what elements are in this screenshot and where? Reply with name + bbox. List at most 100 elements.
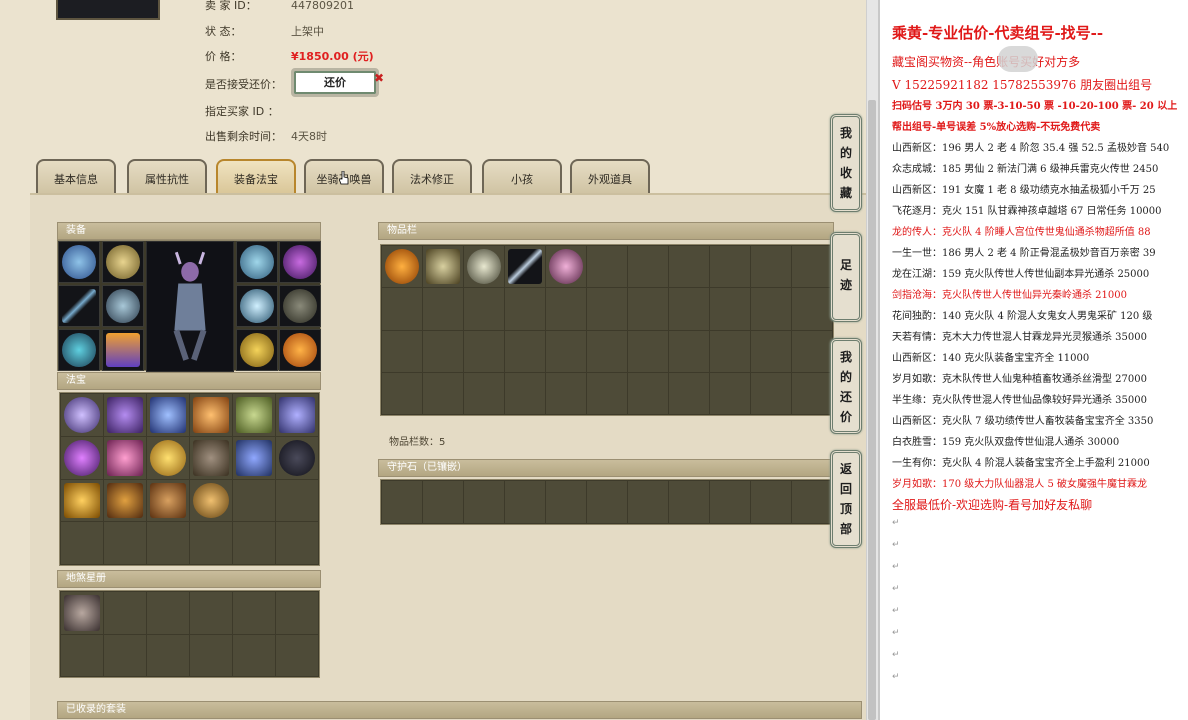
empty-slot[interactable] xyxy=(276,592,318,634)
treasure-slot[interactable] xyxy=(147,436,189,479)
empty-slot[interactable] xyxy=(751,288,791,330)
empty-slot[interactable] xyxy=(276,634,318,676)
empty-slot[interactable] xyxy=(587,481,627,523)
empty-slot[interactable] xyxy=(382,288,422,330)
armor-slot[interactable] xyxy=(102,285,144,327)
empty-slot[interactable] xyxy=(546,330,586,372)
inventory-slot[interactable] xyxy=(546,246,586,288)
tab-equipment[interactable]: 装备法宝 xyxy=(216,159,296,194)
ring-slot[interactable] xyxy=(236,285,278,327)
empty-slot[interactable] xyxy=(147,592,189,634)
my-favorites-button[interactable]: 我的收藏 xyxy=(830,114,862,212)
back-to-top-button[interactable]: 返回顶部 xyxy=(830,450,862,548)
empty-slot[interactable] xyxy=(423,288,463,330)
empty-slot[interactable] xyxy=(546,288,586,330)
empty-slot[interactable] xyxy=(751,330,791,372)
empty-slot[interactable] xyxy=(423,481,463,523)
tab-appearance[interactable]: 外观道具 xyxy=(570,159,650,194)
empty-slot[interactable] xyxy=(792,246,832,288)
treasure-slot[interactable] xyxy=(61,479,103,522)
empty-slot[interactable] xyxy=(546,372,586,414)
empty-slot[interactable] xyxy=(669,246,709,288)
empty-slot[interactable] xyxy=(505,372,545,414)
footprint-button[interactable]: 足迹 xyxy=(830,232,862,322)
treasure-slot[interactable] xyxy=(147,394,189,436)
treasure-slot[interactable] xyxy=(190,394,232,436)
empty-slot[interactable] xyxy=(382,372,422,414)
empty-slot[interactable] xyxy=(669,330,709,372)
tab-attributes[interactable]: 属性抗性 xyxy=(127,159,207,194)
empty-slot[interactable] xyxy=(61,634,103,676)
belt-slot[interactable] xyxy=(236,241,278,283)
inventory-slot[interactable] xyxy=(505,246,545,288)
treasure-slot[interactable] xyxy=(276,394,318,436)
empty-slot[interactable] xyxy=(710,246,750,288)
empty-slot[interactable] xyxy=(104,634,146,676)
talisman-slot[interactable] xyxy=(279,285,321,327)
tab-spells[interactable]: 法术修正 xyxy=(392,159,472,194)
pouch-slot[interactable] xyxy=(236,329,278,371)
character-thumbnail[interactable] xyxy=(56,0,160,20)
empty-slot[interactable] xyxy=(669,372,709,414)
empty-slot[interactable] xyxy=(505,330,545,372)
empty-slot[interactable] xyxy=(751,372,791,414)
tab-children[interactable]: 小孩 xyxy=(482,159,562,194)
empty-slot[interactable] xyxy=(751,481,791,523)
weapon-slot[interactable] xyxy=(58,285,100,327)
empty-slot[interactable] xyxy=(104,522,146,564)
empty-slot[interactable] xyxy=(276,479,318,522)
treasure-slot[interactable] xyxy=(104,436,146,479)
empty-slot[interactable] xyxy=(147,634,189,676)
my-counter-offers-button[interactable]: 我的还价 xyxy=(830,338,862,434)
empty-slot[interactable] xyxy=(464,481,504,523)
empty-slot[interactable] xyxy=(792,330,832,372)
empty-slot[interactable] xyxy=(669,288,709,330)
empty-slot[interactable] xyxy=(147,522,189,564)
treasure-slot[interactable] xyxy=(233,394,275,436)
empty-slot[interactable] xyxy=(628,288,668,330)
helmet-slot[interactable] xyxy=(58,241,100,283)
empty-slot[interactable] xyxy=(233,634,275,676)
empty-slot[interactable] xyxy=(190,634,232,676)
treasure-slot[interactable] xyxy=(147,479,189,522)
empty-slot[interactable] xyxy=(190,522,232,564)
treasure-slot[interactable] xyxy=(61,436,103,479)
empty-slot[interactable] xyxy=(382,481,422,523)
empty-slot[interactable] xyxy=(587,372,627,414)
treasure-slot[interactable] xyxy=(104,394,146,436)
empty-slot[interactable] xyxy=(628,246,668,288)
tab-basic-info[interactable]: 基本信息 xyxy=(36,159,116,194)
empty-slot[interactable] xyxy=(423,330,463,372)
treasure-slot[interactable] xyxy=(190,436,232,479)
empty-slot[interactable] xyxy=(792,372,832,414)
empty-slot[interactable] xyxy=(276,522,318,564)
empty-slot[interactable] xyxy=(587,246,627,288)
empty-slot[interactable] xyxy=(710,330,750,372)
counter-offer-button[interactable]: 还价 xyxy=(291,68,379,97)
empty-slot[interactable] xyxy=(505,481,545,523)
treasure-slot[interactable] xyxy=(104,479,146,522)
empty-slot[interactable] xyxy=(587,330,627,372)
close-icon[interactable]: ✖ xyxy=(374,71,384,85)
empty-slot[interactable] xyxy=(710,481,750,523)
treasure-slot[interactable] xyxy=(61,394,103,436)
treasure-slot[interactable] xyxy=(190,479,232,522)
empty-slot[interactable] xyxy=(505,288,545,330)
empty-slot[interactable] xyxy=(792,481,832,523)
star-book-slot[interactable] xyxy=(61,592,103,634)
inventory-slot[interactable] xyxy=(464,246,504,288)
empty-slot[interactable] xyxy=(233,522,275,564)
inventory-slot[interactable] xyxy=(382,246,422,288)
scrollbar-thumb[interactable] xyxy=(868,100,876,720)
orb-slot[interactable] xyxy=(279,329,321,371)
empty-slot[interactable] xyxy=(751,246,791,288)
empty-slot[interactable] xyxy=(464,330,504,372)
empty-slot[interactable] xyxy=(61,522,103,564)
empty-slot[interactable] xyxy=(628,372,668,414)
treasure-slot[interactable] xyxy=(233,436,275,479)
treasure-slot[interactable] xyxy=(276,436,318,479)
empty-slot[interactable] xyxy=(382,330,422,372)
empty-slot[interactable] xyxy=(233,592,275,634)
empty-slot[interactable] xyxy=(104,592,146,634)
bead-slot[interactable] xyxy=(279,241,321,283)
